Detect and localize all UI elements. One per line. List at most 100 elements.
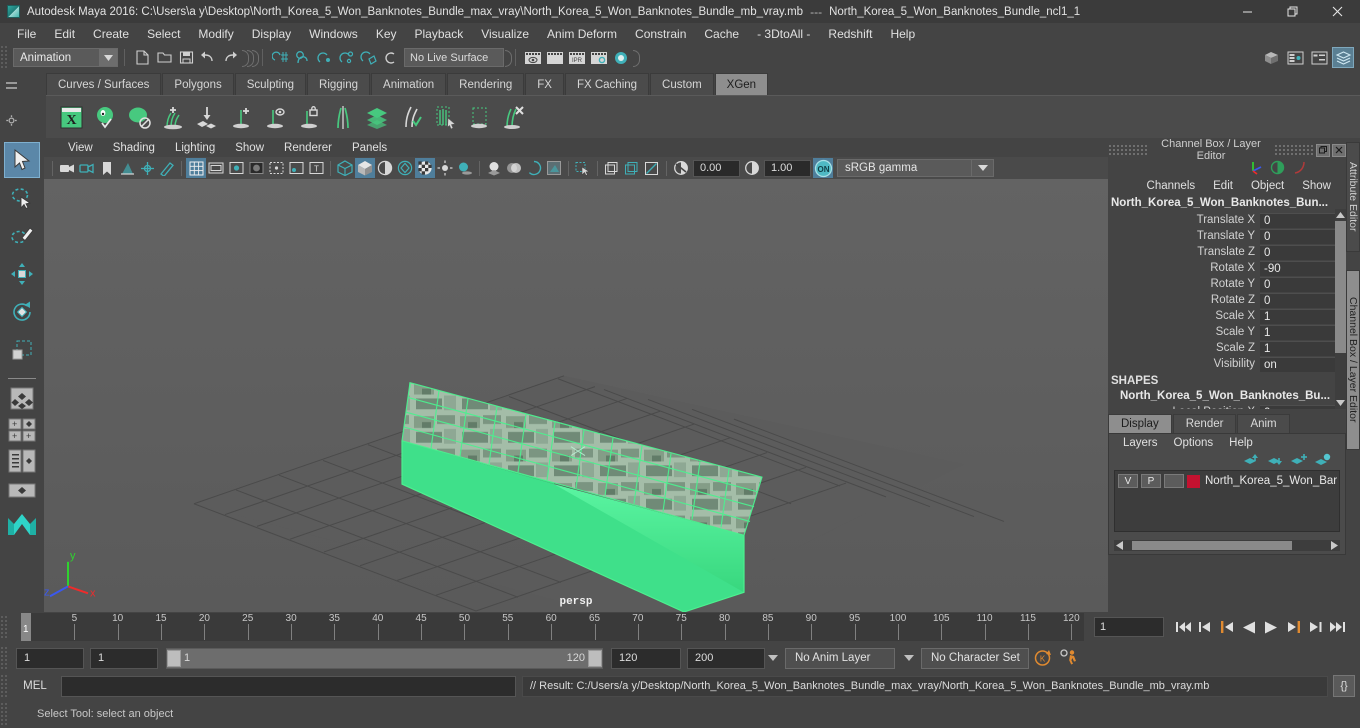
layer-name[interactable]: North_Korea_5_Won_Bar: [1205, 475, 1337, 487]
viewport-menu-shading[interactable]: Shading: [103, 141, 165, 155]
xgen-delete-icon[interactable]: [496, 99, 530, 136]
range-start-time-field[interactable]: 1: [90, 647, 158, 669]
collapse-arrow-4[interactable]: [504, 49, 512, 67]
xgen-layers-icon[interactable]: [360, 99, 394, 136]
channel-value[interactable]: 1: [1260, 340, 1346, 356]
xgen-select-guides-icon[interactable]: [428, 99, 462, 136]
undock-panel-button[interactable]: [1316, 143, 1330, 157]
channel-row-scale-y[interactable]: Scale Y 1: [1108, 324, 1346, 340]
scrollbar-thumb[interactable]: [1132, 541, 1292, 550]
menu-modify[interactable]: Modify: [189, 25, 242, 43]
channel-value[interactable]: 0: [1260, 228, 1346, 244]
bookmark-icon[interactable]: [97, 158, 117, 178]
show-hide-channel-box-icon[interactable]: [1332, 47, 1354, 68]
viewport-menu-renderer[interactable]: Renderer: [274, 141, 342, 155]
textured-shading-icon[interactable]: [415, 158, 435, 178]
color-management-toggle[interactable]: ON: [813, 158, 833, 178]
layer-menu-help[interactable]: Help: [1221, 437, 1261, 449]
channel-box-scrollbar[interactable]: [1335, 209, 1346, 409]
viewport-menu-show[interactable]: Show: [225, 141, 274, 155]
layer-list-horizontal-scrollbar[interactable]: [1114, 540, 1340, 551]
step-back-frame-button[interactable]: [1216, 615, 1238, 639]
open-scene-icon[interactable]: [153, 47, 175, 68]
channel-row-rotate-z[interactable]: Rotate Z 0: [1108, 292, 1346, 308]
shelf-tab-rigging[interactable]: Rigging: [307, 73, 371, 95]
exposure-icon[interactable]: [671, 158, 691, 178]
channel-row-local-position-x[interactable]: Local Position X 0: [1108, 404, 1346, 409]
dock-tab-channel-box[interactable]: Channel Box / Layer Editor: [1346, 270, 1360, 450]
menu-windows[interactable]: Windows: [300, 25, 367, 43]
channel-value[interactable]: 0: [1260, 404, 1346, 409]
chevron-down-icon[interactable]: [972, 159, 994, 177]
collapse-arrow-3[interactable]: [251, 49, 259, 67]
resolution-gate-icon[interactable]: [226, 158, 246, 178]
shelf-tab-menu-icon[interactable]: [5, 82, 17, 89]
channel-row-scale-x[interactable]: Scale X 1: [1108, 308, 1346, 324]
minimize-button[interactable]: [1225, 0, 1270, 23]
play-backwards-button[interactable]: [1238, 615, 1260, 639]
half-sphere-icon[interactable]: [1266, 159, 1288, 176]
step-forward-frame-button[interactable]: [1282, 615, 1304, 639]
shade-wireframe-icon[interactable]: [375, 158, 395, 178]
channel-row-visibility[interactable]: Visibility on: [1108, 356, 1346, 372]
color-profile-selector[interactable]: sRGB gamma: [837, 159, 994, 177]
channel-value[interactable]: 1: [1260, 308, 1346, 324]
mel-command-input[interactable]: [61, 675, 516, 697]
shelf-tab-custom[interactable]: Custom: [650, 73, 714, 95]
new-scene-icon[interactable]: [131, 47, 153, 68]
menu-constrain[interactable]: Constrain: [626, 25, 695, 43]
camera-attributes-icon[interactable]: [77, 158, 97, 178]
channel-value[interactable]: 0: [1260, 244, 1346, 260]
grid-toggle-icon[interactable]: [186, 158, 206, 178]
menu-set-selector[interactable]: Animation: [13, 48, 118, 67]
go-to-start-button[interactable]: [1172, 615, 1194, 639]
restore-button[interactable]: [1270, 0, 1315, 23]
command-line-grip[interactable]: [0, 673, 9, 699]
status-line-grip[interactable]: [0, 45, 9, 70]
xray-toggle-icon[interactable]: [602, 158, 622, 178]
gamma-icon[interactable]: [742, 158, 762, 178]
collapse-arrow-5[interactable]: [632, 49, 640, 67]
use-default-material-icon[interactable]: [395, 158, 415, 178]
character-set-selector[interactable]: No Character Set: [921, 647, 1029, 669]
depth-of-field-icon[interactable]: [544, 158, 564, 178]
screen-space-ao-icon[interactable]: [484, 158, 504, 178]
scroll-left-arrow-icon[interactable]: [1114, 541, 1124, 550]
animation-end-time-field[interactable]: 200: [687, 647, 765, 669]
auto-keyframe-toggle-icon[interactable]: K: [1029, 649, 1055, 667]
xray-joints-icon[interactable]: [622, 158, 642, 178]
tab-display[interactable]: Display: [1108, 414, 1172, 433]
current-frame-field[interactable]: 1: [1094, 617, 1164, 637]
create-layer-from-selected-icon[interactable]: [1311, 452, 1335, 468]
live-surface-field[interactable]: No Live Surface: [404, 48, 504, 67]
help-line-grip[interactable]: [0, 702, 9, 726]
isolate-select-icon[interactable]: [573, 158, 593, 178]
paint-select-tool[interactable]: [4, 218, 40, 254]
range-start-handle[interactable]: [167, 649, 181, 667]
range-end-handle[interactable]: [588, 649, 602, 667]
safe-action-icon[interactable]: [286, 158, 306, 178]
channel-value[interactable]: 0: [1260, 292, 1346, 308]
shelf-tab-curves-surfaces[interactable]: Curves / Surfaces: [46, 73, 162, 95]
save-scene-icon[interactable]: [175, 47, 197, 68]
xgen-preview-icon[interactable]: [88, 99, 122, 136]
channelbox-menu-channels[interactable]: Channels: [1138, 180, 1205, 192]
safe-title-icon[interactable]: T: [306, 158, 326, 178]
outliner-persp-layout[interactable]: [6, 447, 38, 475]
menu-help[interactable]: Help: [881, 25, 924, 43]
go-to-end-button[interactable]: [1326, 615, 1348, 639]
channel-value[interactable]: on: [1260, 356, 1346, 372]
smooth-shade-all-icon[interactable]: [355, 158, 375, 178]
shelf-tab-xgen[interactable]: XGen: [714, 73, 769, 95]
snap-to-point-icon[interactable]: [313, 47, 335, 68]
channelbox-menu-object[interactable]: Object: [1242, 180, 1293, 192]
snap-to-curve-icon[interactable]: [291, 47, 313, 68]
layer-visibility-toggle[interactable]: V: [1118, 474, 1138, 488]
channelbox-menu-show[interactable]: Show: [1293, 180, 1340, 192]
viewport-menu-view[interactable]: View: [58, 141, 103, 155]
script-editor-button[interactable]: {}: [1333, 675, 1355, 697]
shelf-tab-fx[interactable]: FX: [525, 73, 564, 95]
show-hide-attribute-editor-icon[interactable]: [1284, 47, 1306, 68]
menu-anim-deform[interactable]: Anim Deform: [538, 25, 626, 43]
film-origin-icon[interactable]: [266, 158, 286, 178]
